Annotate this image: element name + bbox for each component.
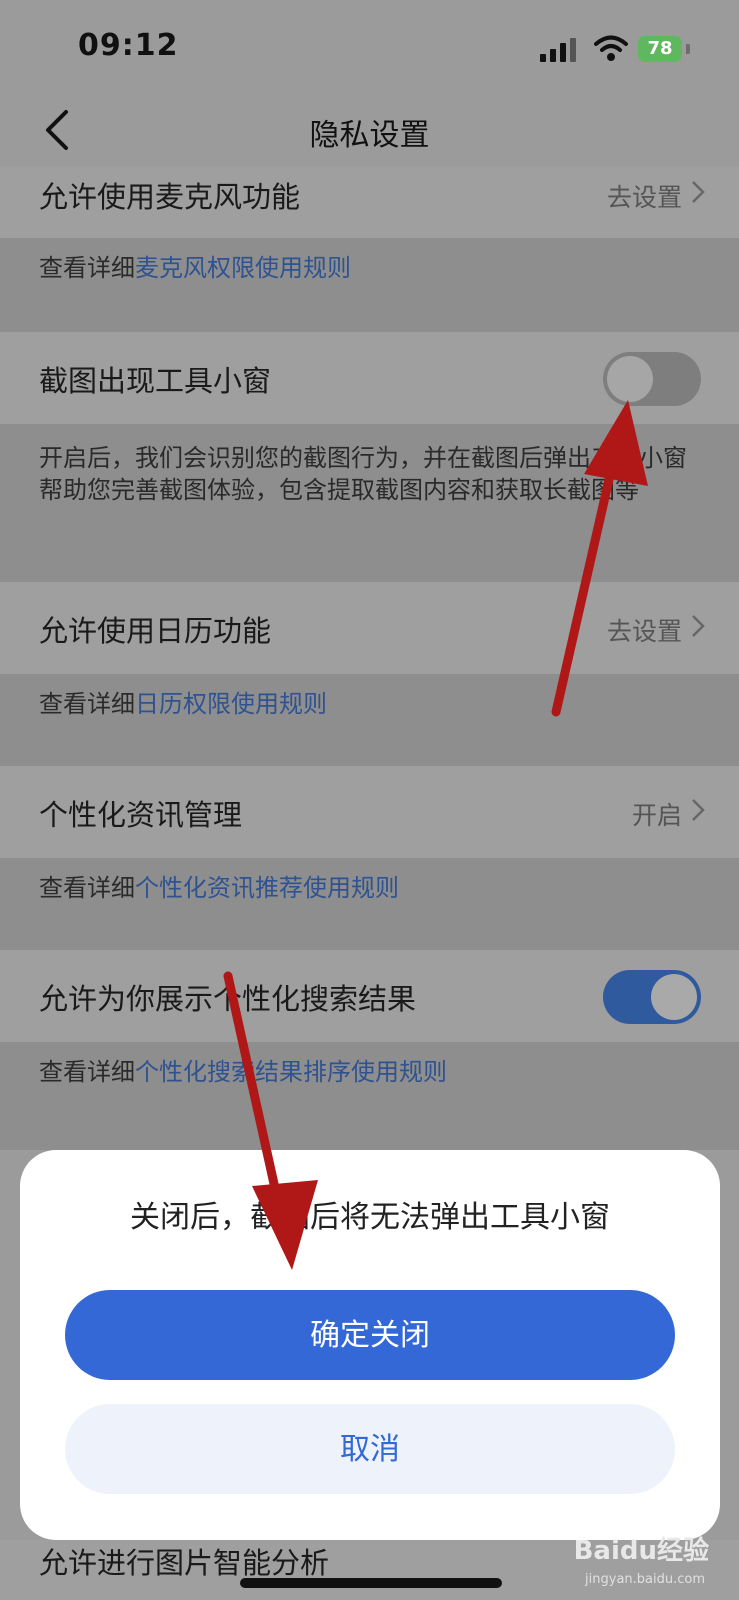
row-value: 去设置: [606, 617, 682, 646]
row-label: 个性化资讯管理: [39, 798, 243, 832]
wifi-icon: [594, 35, 628, 61]
dialog-message: 关闭后，截图后将无法弹出工具小窗: [130, 1200, 610, 1235]
desc-prefix: 查看详细: [39, 1058, 135, 1086]
confirm-dialog: 关闭后，截图后将无法弹出工具小窗 确定关闭 取消: [20, 1150, 720, 1540]
battery-level: 78: [647, 38, 673, 59]
desc-prefix: 查看详细: [39, 874, 135, 902]
setting-row-personalized-search: 允许为你展示个性化搜索结果: [0, 950, 739, 1042]
setting-row-news[interactable]: 个性化资讯管理 开启: [0, 766, 739, 858]
status-time: 09:12: [78, 28, 179, 63]
microphone-rules-link[interactable]: 麦克风权限使用规则: [135, 254, 351, 282]
search-rules-link[interactable]: 个性化搜索结果排序使用规则: [135, 1058, 447, 1086]
description-personalized-search: 查看详细个性化搜索结果排序使用规则: [0, 1042, 739, 1150]
calendar-rules-link[interactable]: 日历权限使用规则: [135, 690, 327, 718]
toggle-knob: [607, 356, 653, 402]
chevron-right-icon: [692, 181, 705, 203]
description-microphone: 查看详细麦克风权限使用规则: [0, 238, 739, 332]
setting-row-screenshot-tool: 截图出现工具小窗: [0, 332, 739, 424]
page-title: 隐私设置: [309, 118, 430, 153]
desc-text: 开启后，我们会识别您的截图行为，并在截图后弹出工具小窗帮助您完善截图体验，包含提…: [39, 444, 687, 504]
battery-icon: 78: [638, 36, 682, 62]
row-value: 开启: [631, 801, 682, 830]
watermark-url: jingyan.baidu.com: [585, 1572, 705, 1587]
watermark-logo: Baidu经验: [573, 1536, 709, 1566]
cancel-button[interactable]: 取消: [65, 1404, 675, 1494]
battery-cap: [686, 44, 690, 54]
confirm-close-button[interactable]: 确定关闭: [65, 1290, 675, 1380]
home-indicator: [240, 1578, 502, 1588]
personalized-search-toggle[interactable]: [603, 970, 701, 1024]
toggle-knob: [651, 974, 697, 1020]
description-calendar: 查看详细日历权限使用规则: [0, 674, 739, 766]
screenshot-tool-toggle[interactable]: [603, 352, 701, 406]
row-label: 允许使用日历功能: [39, 614, 272, 648]
cellular-signal-icon: [540, 38, 576, 62]
row-label: 允许为你展示个性化搜索结果: [39, 982, 417, 1016]
row-label: 允许使用麦克风功能: [39, 180, 301, 214]
description-news: 查看详细个性化资讯推荐使用规则: [0, 858, 739, 950]
description-screenshot-tool: 开启后，我们会识别您的截图行为，并在截图后弹出工具小窗帮助您完善截图体验，包含提…: [0, 424, 739, 582]
status-bar: 09:12 78: [0, 0, 739, 96]
chevron-right-icon: [692, 799, 705, 821]
row-label: 截图出现工具小窗: [39, 364, 272, 398]
setting-row-calendar[interactable]: 允许使用日历功能 去设置: [0, 582, 739, 674]
chevron-right-icon: [692, 615, 705, 637]
row-label: 允许进行图片智能分析: [39, 1546, 330, 1580]
desc-prefix: 查看详细: [39, 254, 135, 282]
desc-prefix: 查看详细: [39, 690, 135, 718]
nav-bar: 隐私设置: [0, 96, 739, 166]
row-value: 去设置: [606, 183, 682, 212]
setting-row-microphone[interactable]: 允许使用麦克风功能 去设置: [0, 166, 739, 238]
news-rules-link[interactable]: 个性化资讯推荐使用规则: [135, 874, 399, 902]
